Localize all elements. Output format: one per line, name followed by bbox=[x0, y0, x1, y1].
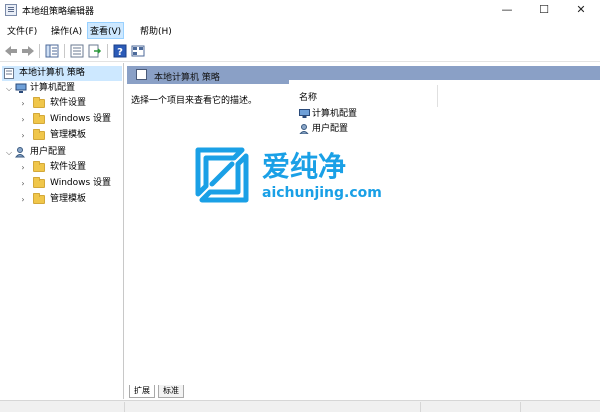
menu-action[interactable]: 操作(A) bbox=[50, 24, 83, 37]
user-icon bbox=[15, 147, 26, 158]
tree-label: 本地计算机 策略 bbox=[19, 68, 85, 78]
tab-extended[interactable]: 扩展 bbox=[129, 385, 155, 398]
tree-label: 管理模板 bbox=[50, 130, 87, 140]
tree-label: 计算机配置 bbox=[30, 83, 76, 93]
tree-label: 软件设置 bbox=[50, 98, 87, 108]
menu-file[interactable]: 文件(F) bbox=[6, 24, 38, 37]
menu-view[interactable]: 查看(V) bbox=[87, 22, 125, 39]
tree-item-windows-settings[interactable]: › Windows 设置 bbox=[2, 176, 122, 191]
computer-icon bbox=[15, 83, 27, 93]
menu-bar: 文件(F) 操作(A) 查看(V) 帮助(H) bbox=[0, 21, 600, 39]
maximize-button[interactable]: ☐ bbox=[525, 0, 563, 20]
tree-label: 软件设置 bbox=[50, 162, 87, 172]
svg-text:?: ? bbox=[117, 47, 123, 58]
chevron-down-icon[interactable]: ⌵ bbox=[5, 145, 13, 160]
policy-icon bbox=[4, 68, 14, 79]
chevron-down-icon[interactable]: ⌵ bbox=[5, 81, 13, 96]
help-icon[interactable]: ? bbox=[113, 44, 127, 58]
view-tabs: 扩展 标准 bbox=[127, 385, 600, 399]
column-header-name[interactable]: 名称 bbox=[299, 90, 317, 103]
description-text: 选择一个项目来查看它的描述。 bbox=[131, 96, 258, 106]
folder-icon bbox=[33, 113, 45, 124]
back-icon[interactable] bbox=[4, 44, 18, 58]
folder-icon bbox=[33, 129, 45, 140]
watermark-brand: 爱纯净 bbox=[262, 150, 346, 183]
watermark-url: aichunjing.com bbox=[262, 185, 382, 201]
chevron-right-icon[interactable]: › bbox=[19, 176, 27, 191]
tree-label: Windows 设置 bbox=[50, 178, 112, 188]
toolbar-separator bbox=[64, 44, 65, 58]
menu-help[interactable]: 帮助(H) bbox=[139, 24, 173, 37]
status-divider bbox=[420, 402, 421, 412]
tree-label: 管理模板 bbox=[50, 194, 87, 204]
toolbar: ? bbox=[0, 40, 600, 62]
chevron-right-icon[interactable]: › bbox=[19, 192, 27, 207]
header-curve bbox=[289, 80, 600, 84]
tree-item-admin-templates[interactable]: › 管理模板 bbox=[2, 192, 122, 207]
status-bar bbox=[0, 400, 600, 412]
chevron-right-icon[interactable]: › bbox=[19, 96, 27, 111]
column-divider[interactable] bbox=[437, 85, 438, 107]
tree-item-root[interactable]: 本地计算机 策略 bbox=[2, 66, 122, 81]
tree-label: 用户配置 bbox=[30, 147, 67, 157]
tree-pane: 本地计算机 策略 ⌵ 计算机配置 › 软件设置 › Windows 设置 › 管… bbox=[0, 63, 124, 399]
computer-icon bbox=[299, 109, 310, 118]
extend-view-icon[interactable] bbox=[131, 44, 145, 58]
folder-icon bbox=[33, 161, 45, 172]
toolbar-separator bbox=[39, 44, 40, 58]
folder-icon bbox=[33, 193, 45, 204]
forward-icon[interactable] bbox=[21, 44, 35, 58]
list-item-label: 计算机配置 bbox=[312, 109, 358, 119]
window-title: 本地组策略编辑器 bbox=[22, 7, 95, 17]
content-pane: 本地计算机 策略 选择一个项目来查看它的描述。 名称 计算机配置 用户配置 bbox=[127, 63, 600, 399]
watermark-logo: 爱纯净 aichunjing.com bbox=[195, 147, 382, 203]
tree-item-windows-settings[interactable]: › Windows 设置 bbox=[2, 112, 122, 127]
folder-icon bbox=[33, 97, 45, 108]
status-divider bbox=[520, 402, 521, 412]
list-item-label: 用户配置 bbox=[312, 124, 349, 134]
app-icon bbox=[5, 4, 17, 16]
tree-item-user-config[interactable]: ⌵ 用户配置 bbox=[2, 145, 122, 160]
title-bar: 本地组策略编辑器 — ☐ ✕ bbox=[0, 0, 600, 20]
tab-standard[interactable]: 标准 bbox=[158, 385, 184, 398]
tree-item-admin-templates[interactable]: › 管理模板 bbox=[2, 128, 122, 143]
chevron-right-icon[interactable]: › bbox=[19, 112, 27, 127]
export-list-icon[interactable] bbox=[88, 44, 102, 58]
status-divider bbox=[124, 402, 125, 412]
show-hide-tree-icon[interactable] bbox=[45, 44, 59, 58]
tree-item-software-settings[interactable]: › 软件设置 bbox=[2, 160, 122, 175]
properties-icon[interactable] bbox=[70, 44, 84, 58]
folder-icon bbox=[33, 177, 45, 188]
content-header-title: 本地计算机 策略 bbox=[154, 73, 220, 83]
chevron-right-icon[interactable]: › bbox=[19, 128, 27, 143]
tree-label: Windows 设置 bbox=[50, 114, 112, 124]
toolbar-separator bbox=[107, 44, 108, 58]
user-icon bbox=[299, 124, 309, 134]
close-button[interactable]: ✕ bbox=[562, 0, 600, 20]
policy-icon bbox=[136, 69, 147, 80]
tree-item-software-settings[interactable]: › 软件设置 bbox=[2, 96, 122, 111]
minimize-button[interactable]: — bbox=[488, 0, 526, 20]
tree-item-computer-config[interactable]: ⌵ 计算机配置 bbox=[2, 81, 122, 96]
chevron-right-icon[interactable]: › bbox=[19, 160, 27, 175]
